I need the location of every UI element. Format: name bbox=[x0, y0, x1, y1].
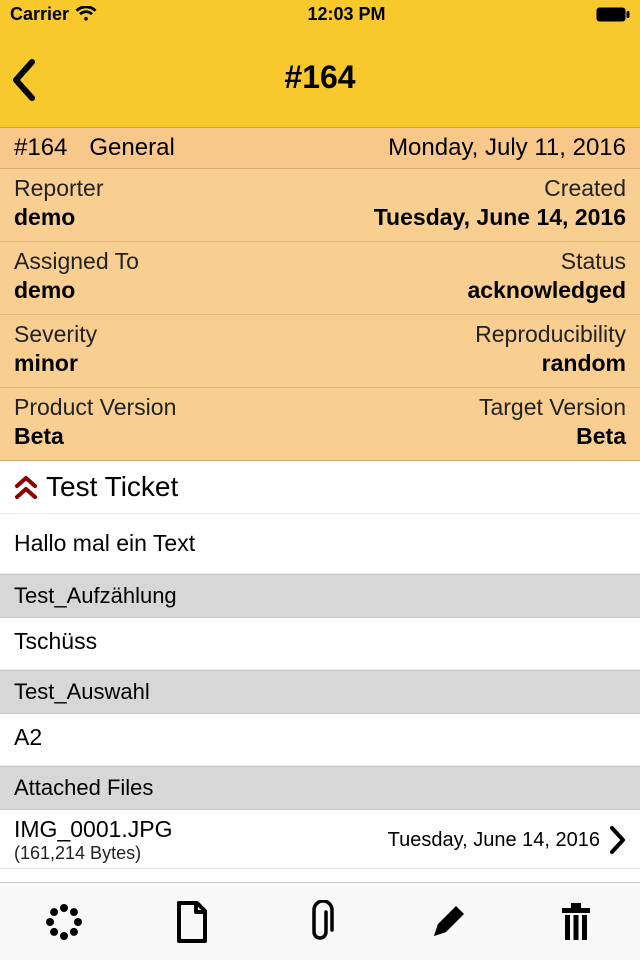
reporter-value: demo bbox=[14, 204, 103, 231]
assigned-value: demo bbox=[14, 277, 139, 304]
target-version-label: Target Version bbox=[479, 394, 626, 421]
chevron-right-icon bbox=[608, 825, 626, 855]
clock: 12:03 PM bbox=[308, 4, 386, 25]
ticket-meta: Reporterdemo CreatedTuesday, June 14, 20… bbox=[0, 169, 640, 461]
ticket-header: #164 General Monday, July 11, 2016 bbox=[0, 128, 640, 169]
status-label-text: Status bbox=[561, 248, 626, 275]
attachments-header: Attached Files bbox=[0, 766, 640, 810]
toolbar bbox=[0, 882, 640, 960]
back-button[interactable] bbox=[10, 58, 38, 102]
battery-icon bbox=[596, 7, 630, 22]
created-label: Created bbox=[544, 175, 626, 202]
ticket-title: Test Ticket bbox=[46, 471, 178, 503]
attachment-date: Tuesday, June 14, 2016 bbox=[388, 829, 600, 852]
product-version-value: Beta bbox=[14, 423, 176, 450]
file-icon bbox=[175, 901, 209, 943]
attachment-size: (161,214 Bytes) bbox=[14, 843, 173, 864]
custom-field-header: Test_Auswahl bbox=[0, 670, 640, 714]
new-file-button[interactable] bbox=[168, 898, 216, 946]
edit-button[interactable] bbox=[424, 898, 472, 946]
delete-button[interactable] bbox=[552, 898, 600, 946]
reproducibility-label: Reproducibility bbox=[475, 321, 626, 348]
target-version-value: Beta bbox=[576, 423, 626, 450]
page-title: #164 bbox=[0, 59, 640, 96]
priority-icon bbox=[14, 473, 38, 501]
status-bar: Carrier 12:03 PM bbox=[0, 0, 640, 28]
nav-bar: #164 bbox=[0, 28, 640, 128]
settings-button[interactable] bbox=[40, 898, 88, 946]
created-value: Tuesday, June 14, 2016 bbox=[374, 204, 626, 231]
carrier-label: Carrier bbox=[10, 4, 69, 25]
ticket-id: #164 bbox=[14, 134, 67, 162]
attachment-row[interactable]: IMG_0001.JPG (161,214 Bytes) Tuesday, Ju… bbox=[0, 810, 640, 869]
severity-label: Severity bbox=[14, 321, 97, 348]
ticket-category: General bbox=[89, 134, 174, 162]
status-value: acknowledged bbox=[468, 277, 626, 304]
assigned-label: Assigned To bbox=[14, 248, 139, 275]
ticket-title-row: Test Ticket bbox=[0, 461, 640, 514]
reproducibility-value: random bbox=[542, 350, 626, 377]
wifi-icon bbox=[75, 6, 97, 22]
custom-field-value: A2 bbox=[0, 714, 640, 766]
paperclip-icon bbox=[306, 900, 334, 944]
ticket-header-date: Monday, July 11, 2016 bbox=[388, 134, 626, 162]
severity-value: minor bbox=[14, 350, 97, 377]
trash-icon bbox=[559, 902, 593, 942]
product-version-label: Product Version bbox=[14, 394, 176, 421]
custom-field-value: Tschüss bbox=[0, 618, 640, 670]
custom-field-header: Test_Aufzählung bbox=[0, 574, 640, 618]
reporter-label: Reporter bbox=[14, 175, 103, 202]
pencil-icon bbox=[428, 902, 468, 942]
gear-icon bbox=[45, 903, 83, 941]
attach-button[interactable] bbox=[296, 898, 344, 946]
ticket-description: Hallo mal ein Text bbox=[0, 514, 640, 574]
attachment-name: IMG_0001.JPG bbox=[14, 816, 173, 843]
